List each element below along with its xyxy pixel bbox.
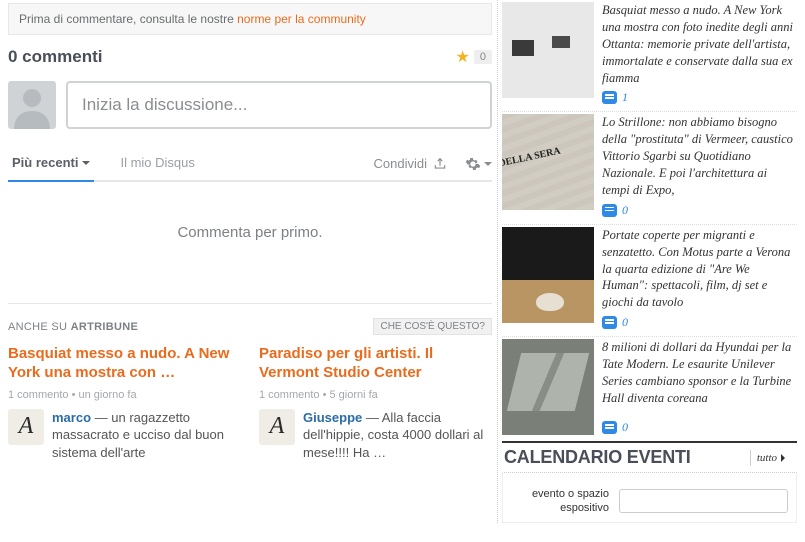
chevron-down-icon — [484, 162, 492, 170]
article-title: 8 milioni di dollari da Hyundai per la T… — [602, 339, 797, 407]
comments-count: 0 commenti — [8, 47, 456, 67]
sidebar-article[interactable]: 8 milioni di dollari da Hyundai per la T… — [502, 336, 797, 441]
article-thumb — [502, 227, 594, 323]
share-icon — [433, 157, 447, 171]
calendar-tutto-link[interactable]: tutto — [750, 450, 795, 466]
user-avatar — [8, 81, 56, 129]
notice-text: Prima di commentare, consulta le nostre — [19, 12, 237, 26]
star-count: 0 — [474, 50, 492, 64]
sidebar-article[interactable]: Portate coperte per migranti e senzatett… — [502, 224, 797, 336]
article-title: Lo Strillone: non abbiamo bisogno della … — [602, 114, 797, 198]
chevron-down-icon — [82, 161, 90, 169]
sidebar-article[interactable]: Basquiat messo a nudo. A New York una mo… — [502, 0, 797, 111]
related-title[interactable]: Paradiso per gli artisti. Il Vermont Stu… — [259, 345, 492, 383]
settings-button[interactable] — [465, 156, 492, 172]
related-card[interactable]: Basquiat messo a nudo. A New York una mo… — [8, 345, 241, 461]
share-button[interactable]: Condividi — [374, 156, 447, 171]
also-on-label: ANCHE SU ARTRIBUNE — [8, 321, 138, 333]
related-comment: marco — un ragazzetto massacrato e uccis… — [52, 409, 241, 462]
article-thumb — [502, 114, 594, 210]
commenter-avatar: A — [8, 409, 44, 445]
calendar-header: CALENDARIO EVENTI tutto — [502, 441, 797, 472]
comment-tabs: Più recenti Il mio Disqus Condividi — [8, 143, 492, 182]
article-title: Portate coperte per migranti e senzatett… — [602, 227, 797, 311]
community-notice: Prima di commentare, consulta le nostre … — [8, 3, 492, 35]
commenter-avatar: A — [259, 409, 295, 445]
tab-my-disqus[interactable]: Il mio Disqus — [116, 147, 198, 180]
article-thumb — [502, 339, 594, 435]
gear-icon — [465, 156, 481, 172]
related-title[interactable]: Basquiat messo a nudo. A New York una mo… — [8, 345, 241, 383]
star-icon[interactable]: ★ — [456, 47, 470, 67]
related-meta: 1 commento • un giorno fa — [8, 389, 241, 401]
empty-state: Commenta per primo. — [8, 224, 492, 241]
what-is-this-button[interactable]: CHE COS'È QUESTO? — [373, 318, 492, 335]
related-card[interactable]: Paradiso per gli artisti. Il Vermont Stu… — [259, 345, 492, 461]
calendar-search-input[interactable] — [619, 489, 788, 513]
sidebar-article[interactable]: Lo Strillone: non abbiamo bisogno della … — [502, 111, 797, 223]
comment-bubble-icon — [602, 91, 617, 104]
comment-bubble-icon — [602, 204, 617, 217]
tab-recent[interactable]: Più recenti — [8, 147, 94, 182]
comment-bubble-icon — [602, 421, 617, 434]
article-title: Basquiat messo a nudo. A New York una mo… — [602, 2, 797, 86]
comments-header: 0 commenti ★ 0 — [8, 47, 492, 67]
community-rules-link[interactable]: norme per la community — [237, 12, 366, 26]
calendar-search-label: evento o spazio espositivo — [511, 487, 609, 516]
article-thumb — [502, 2, 594, 98]
related-meta: 1 commento • 5 giorni fa — [259, 389, 492, 401]
related-comment: Giuseppe — Alla faccia dell'hippie, cost… — [303, 409, 492, 462]
triangle-right-icon — [781, 454, 789, 462]
comment-input[interactable]: Inizia la discussione... — [66, 81, 492, 129]
calendar-search: evento o spazio espositivo — [502, 472, 797, 523]
comment-bubble-icon — [602, 316, 617, 329]
calendar-title: CALENDARIO EVENTI — [504, 447, 691, 468]
